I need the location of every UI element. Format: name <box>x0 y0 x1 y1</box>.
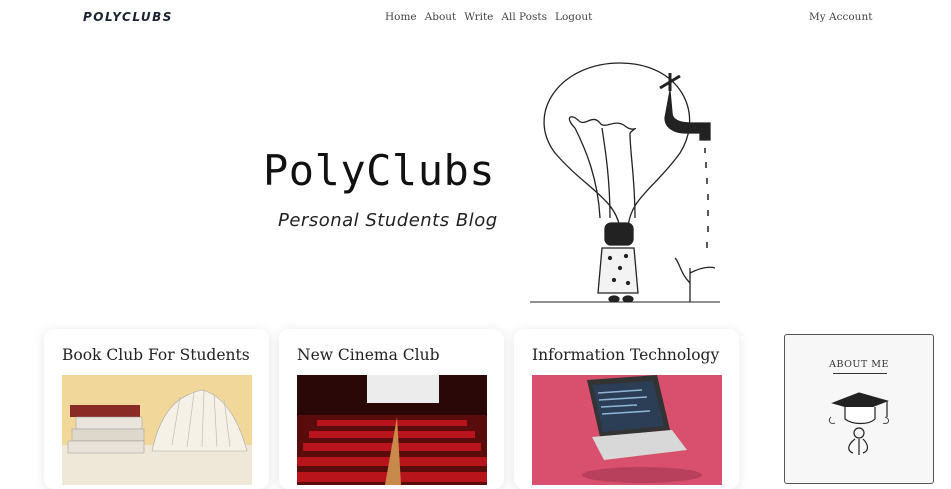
site-logo[interactable]: POLYCLUBS <box>83 10 173 24</box>
top-navbar: POLYCLUBS Home About Write All Posts Log… <box>0 0 951 36</box>
nav-link-logout[interactable]: Logout <box>555 11 592 23</box>
hero-subtitle: Personal Students Blog <box>278 210 498 231</box>
nav-link-about[interactable]: About <box>425 11 457 23</box>
post-card-information-technology[interactable]: Information Technology <box>514 329 739 489</box>
post-title[interactable]: Book Club For Students <box>62 346 250 364</box>
graduation-cap-icon <box>828 392 889 455</box>
post-image-cinema[interactable] <box>297 375 487 485</box>
main-menu: Home About Write All Posts Logout <box>385 11 592 23</box>
title-underline <box>833 373 887 374</box>
about-me-title: ABOUT ME <box>829 359 889 370</box>
post-image-books[interactable] <box>62 375 252 485</box>
post-card-cinema-club[interactable]: New Cinema Club <box>279 329 504 489</box>
post-title[interactable]: New Cinema Club <box>297 346 440 364</box>
post-title[interactable]: Information Technology <box>532 346 719 364</box>
about-me-widget: ABOUT ME <box>784 334 934 484</box>
hero-title: PolyClubs <box>263 146 496 195</box>
post-card-book-club[interactable]: Book Club For Students <box>44 329 269 489</box>
nav-link-all-posts[interactable]: All Posts <box>501 11 547 23</box>
nav-link-write[interactable]: Write <box>464 11 493 23</box>
post-image-laptop[interactable] <box>532 375 722 485</box>
lightbulb-faucet-illustration <box>530 62 720 303</box>
my-account-link[interactable]: My Account <box>809 11 872 23</box>
nav-link-home[interactable]: Home <box>385 11 417 23</box>
